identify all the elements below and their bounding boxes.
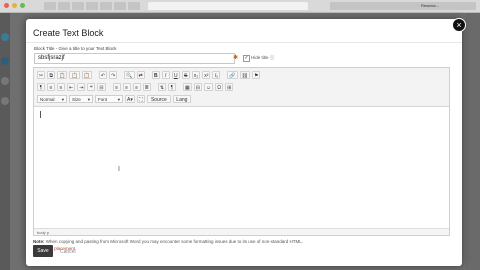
table-icon[interactable]: ▦ (183, 83, 192, 91)
editor-status-path: body p (34, 228, 449, 235)
unlink-icon[interactable]: ⛓ (239, 71, 250, 79)
superscript-button[interactable]: x² (202, 71, 211, 79)
sidebar-icon (1, 33, 9, 41)
underline-button[interactable]: U (171, 71, 180, 79)
blockquote-icon[interactable]: ❝ (87, 83, 96, 91)
toolbar-row-2: ¶ ≡ ≡ ⇤ ⇥ ❝ ⊟ ≡ ≡ ≡ ≣ ⇅ ¶ ▦ ⊟ ☺ Ω ⊞ (37, 82, 234, 92)
browser-tabs-left (44, 2, 140, 10)
source-button[interactable]: Source (146, 95, 171, 103)
format-select-value: Normal (40, 97, 55, 102)
link-icon[interactable]: 🔗 (227, 71, 238, 79)
window-controls[interactable] (4, 3, 25, 8)
source-label: Source (150, 97, 167, 103)
undo-icon[interactable]: ↶ (98, 71, 108, 79)
browser-tab[interactable] (460, 2, 476, 10)
outdent-icon[interactable]: ⇤ (67, 83, 76, 91)
numbered-list-icon[interactable]: ≡ (47, 83, 55, 91)
indent-icon[interactable]: ⇥ (77, 83, 86, 91)
divider (26, 42, 462, 43)
browser-tab[interactable] (72, 2, 84, 10)
paste-note: Note: When copying and pasting from Micr… (33, 239, 303, 244)
replace-icon[interactable]: ⇄ (136, 71, 145, 79)
remove-format-icon[interactable]: 𝐼ₓ (212, 71, 221, 79)
browser-tab[interactable] (386, 2, 406, 10)
copy-icon[interactable]: ⧉ (47, 71, 56, 79)
paste-text-icon[interactable]: 📋 (69, 71, 80, 79)
browser-tab[interactable] (128, 2, 140, 10)
text-color-icon[interactable]: A▾ (125, 95, 135, 103)
chevron-down-icon: ▾ (117, 97, 120, 102)
text-caret (40, 111, 41, 118)
browser-tab[interactable] (114, 2, 126, 10)
block-title-input[interactable]: sbsfjsrazjf (34, 53, 235, 64)
size-select[interactable]: Size ▾ (69, 95, 93, 103)
font-select-value: Font (98, 97, 108, 102)
strikethrough-button[interactable]: S (181, 71, 190, 79)
maximize-window-icon[interactable] (20, 3, 25, 8)
sidebar-icon (1, 97, 9, 105)
required-icon: ✱ (233, 55, 239, 61)
browser-tab[interactable] (58, 2, 70, 10)
smiley-icon[interactable]: ☺ (203, 83, 214, 91)
note-text: When copying and pasting from Microsoft … (45, 239, 304, 244)
toolbar-row-1: ✂ ⧉ 📋 📋 📋 ↶ ↷ 🔍 ⇄ B I U S x₂ x² 𝐼ₓ 🔗 ⛓ ⚑ (37, 70, 261, 80)
paste-icon[interactable]: 📋 (57, 71, 68, 79)
paste-word-icon[interactable]: 📋 (81, 71, 92, 79)
format-select[interactable]: Normal ▾ (37, 95, 67, 103)
cancel-link[interactable]: Cancel (60, 249, 76, 255)
italic-button[interactable]: I (161, 71, 170, 79)
chevron-down-icon: ▾ (61, 97, 64, 102)
close-icon[interactable]: × (452, 18, 466, 32)
background-sidebar (0, 13, 10, 270)
image-icon[interactable]: ⊞ (225, 83, 234, 91)
sidebar-icon (1, 57, 9, 65)
close-window-icon[interactable] (4, 3, 9, 8)
browser-tab-label: Researc... (421, 3, 440, 8)
cut-icon[interactable]: ✂ (37, 71, 46, 79)
align-left-icon[interactable]: ≡ (112, 83, 121, 91)
font-select[interactable]: Font ▾ (95, 95, 123, 103)
language-button[interactable]: Lang (172, 95, 191, 103)
maximize-icon[interactable]: ⛶ (136, 95, 145, 103)
create-text-block-dialog: Create Text Block Block Title - Give a t… (26, 19, 462, 266)
dialog-title: Create Text Block (33, 28, 104, 38)
browser-tab[interactable] (86, 2, 98, 10)
browser-tab[interactable] (44, 2, 56, 10)
horizontal-rule-icon[interactable]: ⊟ (193, 83, 202, 91)
size-select-value: Size (72, 97, 81, 102)
show-blocks-icon[interactable]: ¶ (168, 83, 177, 91)
align-justify-icon[interactable]: ≣ (142, 83, 151, 91)
bulleted-list-icon[interactable]: ≡ (57, 83, 65, 91)
text-cursor-icon: I (118, 166, 120, 173)
editor-toolbar: ✂ ⧉ 📋 📋 📋 ↶ ↷ 🔍 ⇄ B I U S x₂ x² 𝐼ₓ 🔗 ⛓ ⚑… (34, 68, 449, 107)
sidebar-icon (1, 77, 9, 85)
hide-title-checkbox[interactable]: ✓ (243, 55, 250, 62)
background-content (466, 13, 480, 270)
active-browser-tab[interactable] (148, 2, 308, 10)
language-label: Lang (176, 97, 188, 103)
div-container-icon[interactable]: ⊟ (97, 83, 106, 91)
toolbar-row-3: Normal ▾ Size ▾ Font ▾ A▾ ⛶ Source Lang (37, 94, 191, 104)
bold-button[interactable]: B (151, 71, 160, 79)
browser-tab-bar: Researc... (0, 0, 480, 13)
hide-title-label: Hide title ⓘ (251, 55, 275, 60)
browser-tab-research[interactable]: Researc... (418, 2, 448, 10)
redo-icon[interactable]: ↷ (109, 71, 118, 79)
subscript-button[interactable]: x₂ (191, 71, 201, 79)
special-char-icon[interactable]: Ω (215, 83, 224, 91)
text-direction-icon[interactable]: ⇅ (157, 83, 167, 91)
align-center-icon[interactable]: ≡ (122, 83, 131, 91)
rich-text-editor[interactable]: ✂ ⧉ 📋 📋 📋 ↶ ↷ 🔍 ⇄ B I U S x₂ x² 𝐼ₓ 🔗 ⛓ ⚑… (33, 67, 450, 236)
find-icon[interactable]: 🔍 (124, 71, 135, 79)
block-title-label: Block Title - Give a title to your Text … (34, 46, 117, 51)
chevron-down-icon: ▾ (87, 97, 90, 102)
align-right-icon[interactable]: ≡ (132, 83, 141, 91)
note-label: Note: (33, 239, 45, 244)
save-button[interactable]: Save (33, 245, 53, 257)
minimize-window-icon[interactable] (12, 3, 17, 8)
paragraph-icon[interactable]: ¶ (37, 83, 45, 91)
browser-tab[interactable] (100, 2, 112, 10)
anchor-icon[interactable]: ⚑ (251, 71, 261, 79)
